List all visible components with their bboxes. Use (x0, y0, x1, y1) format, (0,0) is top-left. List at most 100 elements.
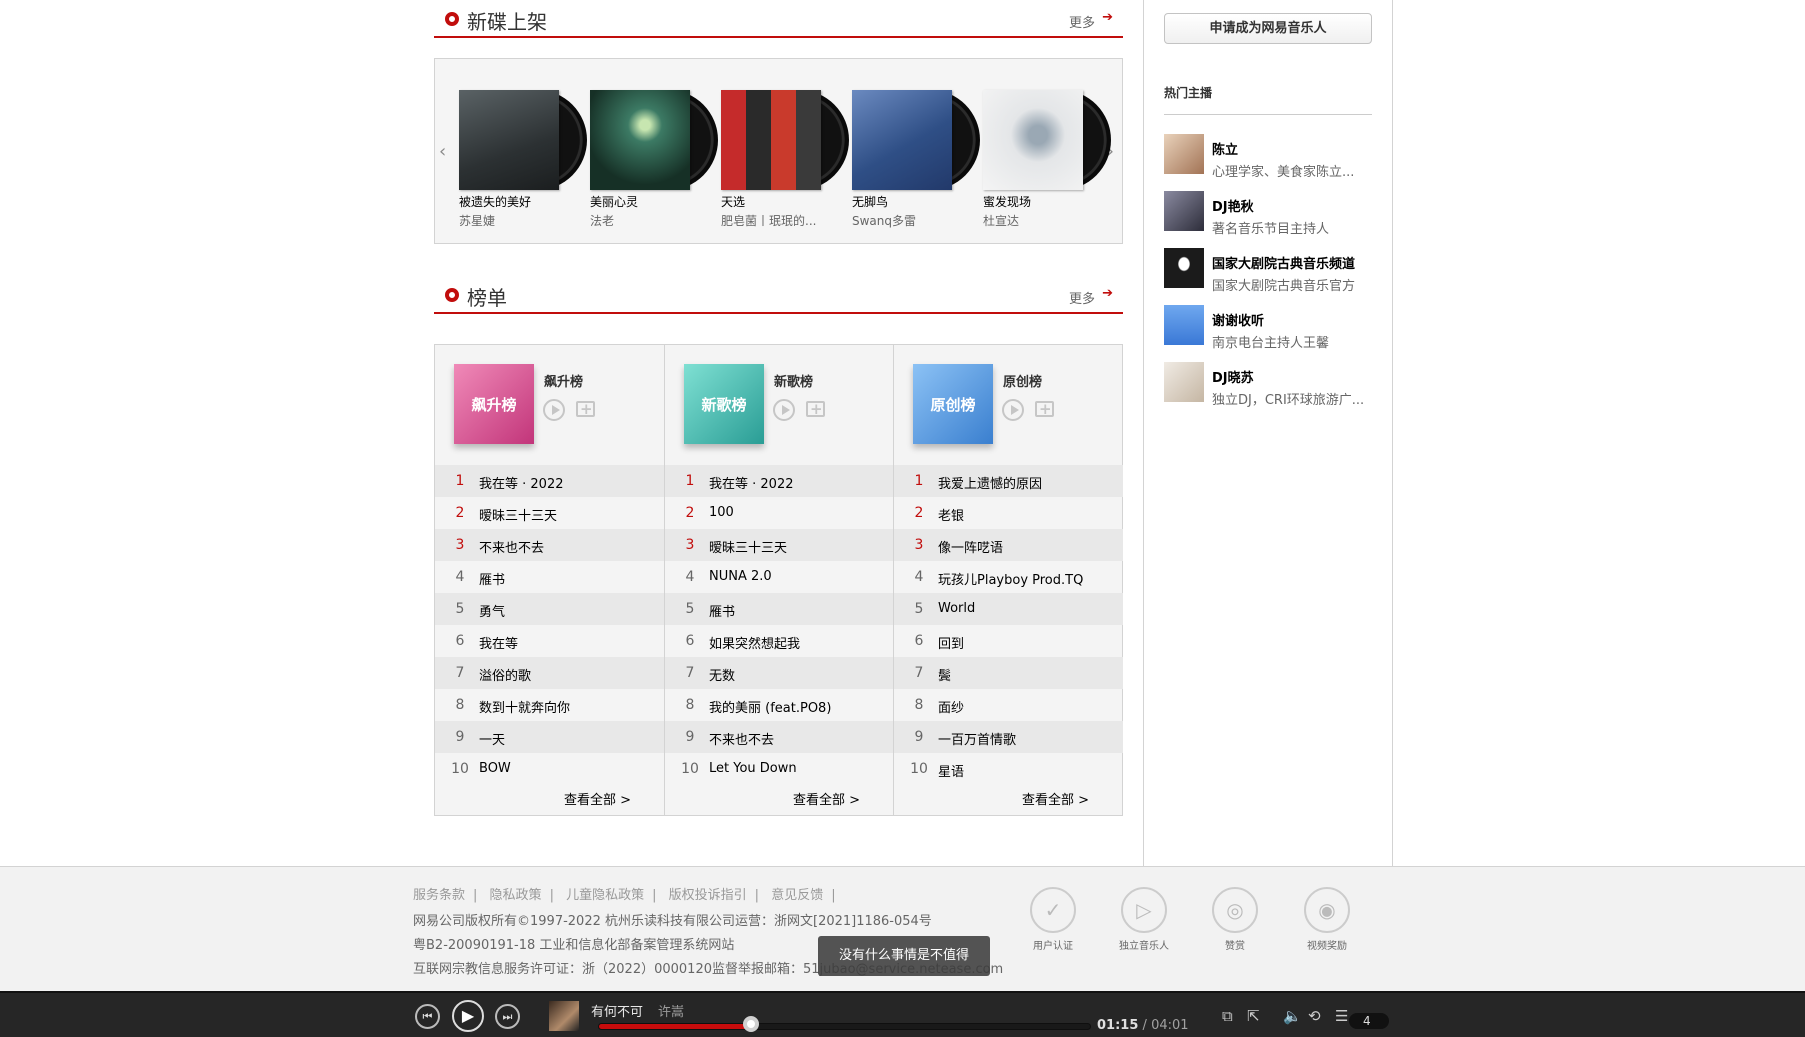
song-title[interactable]: 我在等 · 2022 (709, 473, 793, 492)
album-artist[interactable]: 肥皂菌丨珉珉的... (721, 212, 831, 229)
chart-row[interactable]: 10 BOW (435, 753, 664, 785)
avatar[interactable] (1164, 191, 1204, 231)
album-artist[interactable]: 法老 (590, 212, 700, 229)
song-title[interactable]: 雁书 (709, 601, 735, 620)
song-title[interactable]: World (938, 601, 975, 616)
now-playing-artist[interactable]: 许嵩 (658, 1001, 684, 1020)
dj-name[interactable]: 国家大剧院古典音乐频道 (1212, 253, 1355, 272)
album-artist[interactable]: 杜宣达 (983, 212, 1093, 229)
reward-link[interactable]: ◎ 赞赏 (1195, 887, 1275, 957)
user-verify-link[interactable]: ✓ 用户认证 (1013, 887, 1093, 957)
chart-row[interactable]: 8 数到十就奔向你 (435, 689, 664, 721)
volume-icon[interactable]: 🔈 (1283, 1007, 1302, 1025)
chart-row[interactable]: 3 不来也不去 (435, 529, 664, 561)
video-reward-link[interactable]: ◉ 视频奖励 (1287, 887, 1367, 957)
song-title[interactable]: 暧昧三十三天 (479, 505, 557, 524)
chart-row[interactable]: 2 100 (665, 497, 894, 529)
previous-track-icon[interactable]: ⏮ (415, 1004, 440, 1029)
album-cover[interactable] (983, 90, 1083, 190)
chart-cover[interactable]: 新歌榜 (684, 364, 764, 444)
dj-item[interactable]: 陈立 心理学家、美食家陈立... (1164, 134, 1374, 180)
progress-track[interactable] (598, 1023, 1091, 1030)
song-title[interactable]: 不来也不去 (709, 729, 774, 748)
arrow-right-icon[interactable]: ➔ (1102, 286, 1113, 301)
chart-name[interactable]: 原创榜 (1003, 371, 1042, 390)
dj-item[interactable]: DJ晓苏 独立DJ，CRI环球旅游广... (1164, 362, 1374, 408)
view-all-link[interactable]: 查看全部 > (793, 789, 860, 808)
album-name[interactable]: 无脚鸟 (852, 193, 962, 210)
dj-item[interactable]: 谢谢收听 南京电台主持人王馨 (1164, 305, 1374, 351)
song-title[interactable]: 面纱 (938, 697, 964, 716)
song-title[interactable]: 无数 (709, 665, 735, 684)
chart-name[interactable]: 新歌榜 (774, 371, 813, 390)
dj-name[interactable]: DJ晓苏 (1212, 367, 1254, 386)
song-title[interactable]: 星语 (938, 761, 964, 780)
arrow-right-icon[interactable]: ➔ (1102, 10, 1113, 25)
song-title[interactable]: 不来也不去 (479, 537, 544, 556)
song-title[interactable]: 老银 (938, 505, 964, 524)
playlist-count[interactable]: 4 (1349, 1013, 1389, 1029)
chart-row[interactable]: 9 一天 (435, 721, 664, 753)
song-title[interactable]: 我爱上遗憾的原因 (938, 473, 1042, 492)
play-pause-button[interactable]: ▶ (452, 1000, 484, 1032)
album-cover[interactable] (721, 90, 821, 190)
chart-row[interactable]: 10 星语 (894, 753, 1123, 785)
album-cover[interactable] (590, 90, 690, 190)
chart-row[interactable]: 3 像一阵呓语 (894, 529, 1123, 561)
song-title[interactable]: BOW (479, 761, 511, 776)
apply-musician-button[interactable]: 申请成为网易音乐人 (1164, 13, 1372, 44)
license-line[interactable]: 粤B2-20090191-18 工业和信息化部备案管理系统网站 (413, 934, 734, 953)
avatar[interactable] (1164, 305, 1204, 345)
avatar[interactable] (1164, 248, 1204, 288)
view-all-link[interactable]: 查看全部 > (1022, 789, 1089, 808)
song-title[interactable]: Let You Down (709, 761, 797, 776)
chart-name[interactable]: 飙升榜 (544, 371, 583, 390)
new-albums-more-link[interactable]: 更多 (1069, 12, 1095, 31)
add-to-playlist-icon[interactable] (1035, 400, 1054, 418)
song-title[interactable]: 暧昧三十三天 (709, 537, 787, 556)
song-title[interactable]: 一百万首情歌 (938, 729, 1016, 748)
new-albums-title[interactable]: 新碟上架 (467, 6, 547, 35)
album-cover[interactable] (459, 90, 559, 190)
view-all-link[interactable]: 查看全部 > (564, 789, 631, 808)
song-title[interactable]: 玩孩儿Playboy Prod.TQ (938, 569, 1083, 588)
avatar[interactable] (1164, 134, 1204, 174)
loop-mode-icon[interactable]: ⟲ (1308, 1007, 1321, 1025)
chart-row[interactable]: 1 我在等 · 2022 (435, 465, 664, 497)
song-title[interactable]: 100 (709, 505, 734, 520)
add-to-playlist-icon[interactable] (806, 400, 825, 418)
song-title[interactable]: 溢俗的歌 (479, 665, 531, 684)
charts-more-link[interactable]: 更多 (1069, 288, 1095, 307)
chart-row[interactable]: 2 老银 (894, 497, 1123, 529)
chart-row[interactable]: 4 雁书 (435, 561, 664, 593)
charts-title[interactable]: 榜单 (467, 282, 507, 311)
song-title[interactable]: 勇气 (479, 601, 505, 620)
progress-handle[interactable] (743, 1016, 759, 1032)
footer-link[interactable]: 意见反馈 (771, 888, 823, 903)
dj-item[interactable]: 国家大剧院古典音乐频道 国家大剧院古典音乐官方 (1164, 248, 1374, 294)
chart-row[interactable]: 2 暧昧三十三天 (435, 497, 664, 529)
dj-name[interactable]: DJ艳秋 (1212, 196, 1254, 215)
song-title[interactable]: 雁书 (479, 569, 505, 588)
chart-row[interactable]: 7鬓 (894, 657, 1123, 689)
album-cover[interactable] (852, 90, 952, 190)
song-title[interactable]: 数到十就奔向你 (479, 697, 570, 716)
album-card[interactable]: 被遗失的美好 苏星婕 (435, 90, 587, 240)
playlist-icon[interactable]: ☰ (1335, 1007, 1348, 1025)
song-title[interactable]: 我的美丽 (feat.PO8) (709, 697, 831, 716)
album-name[interactable]: 美丽心灵 (590, 193, 700, 210)
chart-row[interactable]: 4 NUNA 2.0 (665, 561, 894, 593)
play-icon[interactable] (773, 399, 795, 421)
footer-link[interactable]: 服务条款 (413, 888, 465, 903)
dj-name[interactable]: 谢谢收听 (1212, 310, 1264, 329)
play-icon[interactable] (1002, 399, 1024, 421)
dj-name[interactable]: 陈立 (1212, 139, 1238, 158)
album-artist[interactable]: 苏星婕 (459, 212, 569, 229)
now-playing-title[interactable]: 有何不可 (591, 1001, 643, 1020)
chart-row[interactable]: 4 玩孩儿Playboy Prod.TQ (894, 561, 1123, 593)
album-name[interactable]: 蜜发现场 (983, 193, 1093, 210)
song-title[interactable]: 一天 (479, 729, 505, 748)
chart-row[interactable]: 6 如果突然想起我 (665, 625, 894, 657)
song-title[interactable]: 我在等 · 2022 (479, 473, 563, 492)
chart-row[interactable]: 7 无数 (665, 657, 894, 689)
